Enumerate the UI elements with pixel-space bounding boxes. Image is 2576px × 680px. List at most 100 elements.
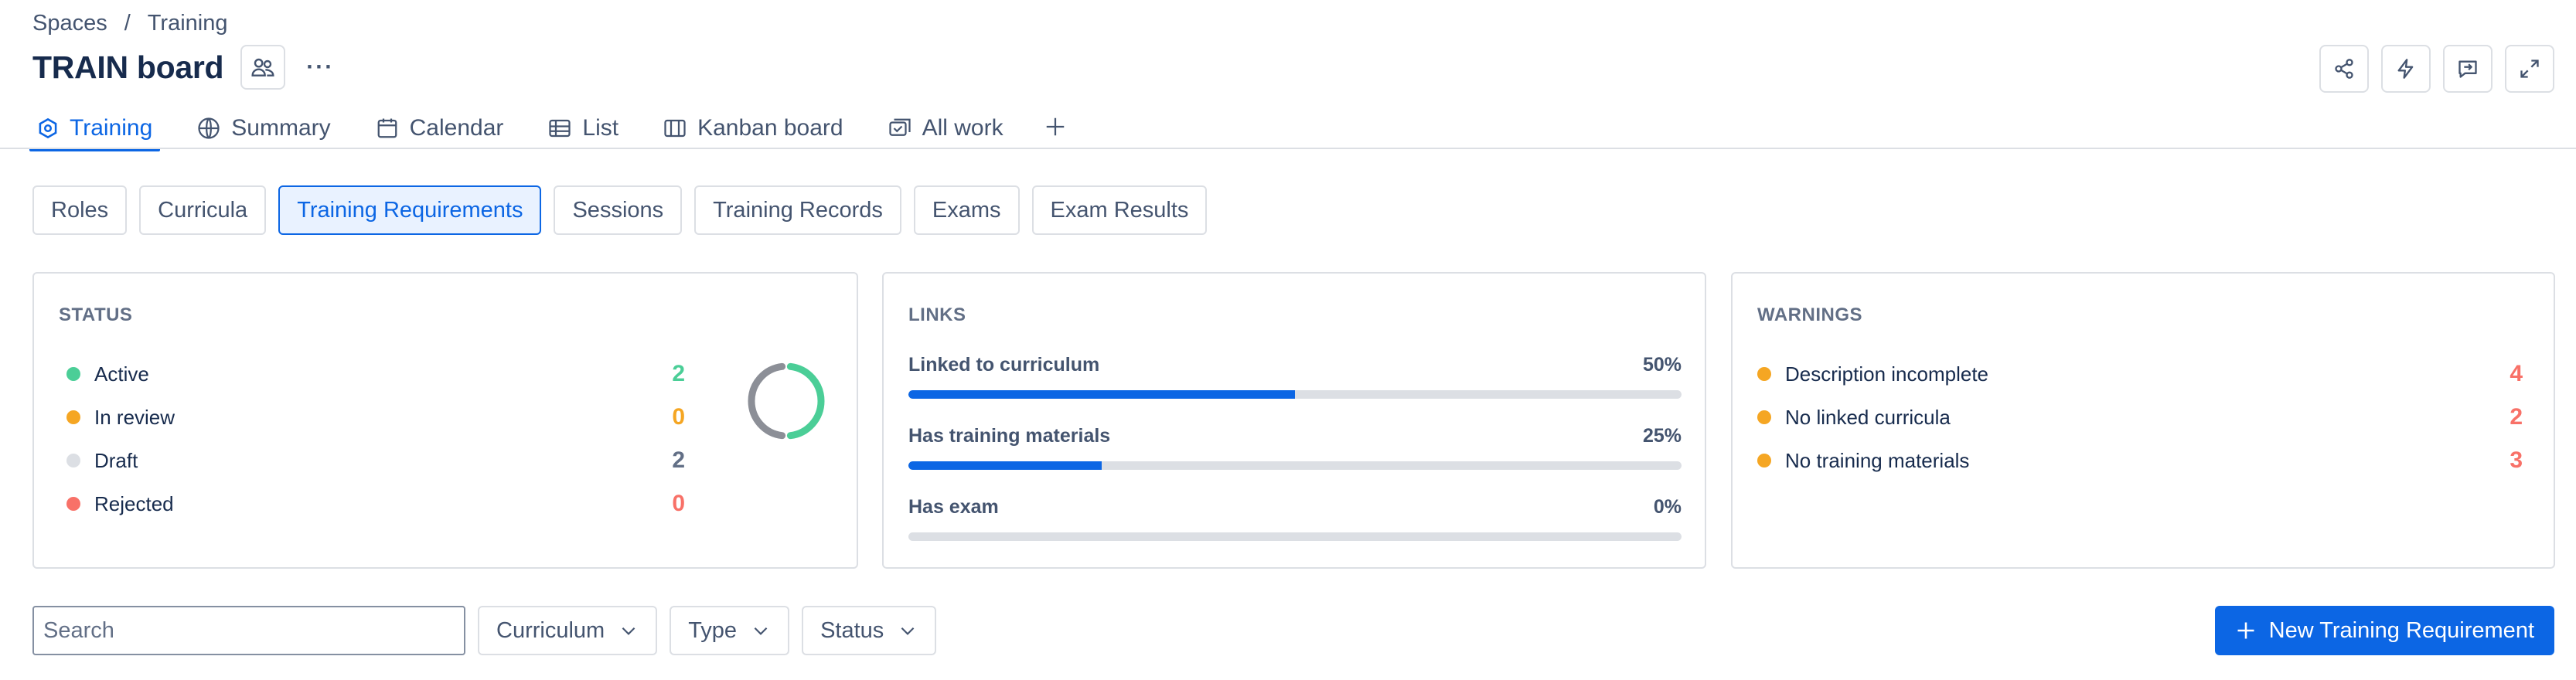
- subnav-curricula[interactable]: Curricula: [139, 185, 267, 235]
- progress-fill: [908, 461, 1102, 470]
- share-icon: [2335, 59, 2353, 79]
- status-count: 2: [672, 447, 685, 473]
- progress-bar: [908, 532, 1682, 541]
- share-button[interactable]: [2319, 45, 2369, 93]
- breadcrumb: Spaces / Training: [32, 11, 228, 36]
- more-options-button[interactable]: ···: [298, 45, 342, 90]
- dropdown-label: Status: [820, 617, 884, 643]
- tab-all-work[interactable]: All work: [884, 108, 1008, 148]
- status-count: 0: [672, 491, 685, 516]
- expand-icon: [2520, 60, 2539, 78]
- status-dot: [66, 454, 80, 468]
- list-table-icon: [549, 119, 571, 138]
- plus-icon: [1046, 117, 1064, 136]
- progress-bar: [908, 390, 1682, 399]
- people-button[interactable]: [240, 45, 286, 90]
- warning-label: No linked curricula: [1785, 405, 1951, 429]
- warning-row-description[interactable]: Description incomplete 4: [1757, 359, 2523, 389]
- feedback-button[interactable]: [2443, 45, 2493, 93]
- donut-segment-draft: [748, 362, 786, 440]
- training-hex-icon: [39, 117, 57, 139]
- tabs-divider: [0, 148, 2576, 149]
- warning-row-curricula[interactable]: No linked curricula 2: [1757, 402, 2523, 433]
- tab-calendar[interactable]: Calendar: [371, 108, 509, 148]
- subnav-training-requirements[interactable]: Training Requirements: [278, 185, 542, 235]
- header-actions: [2319, 45, 2554, 93]
- status-count: 0: [672, 404, 685, 430]
- new-training-requirement-button[interactable]: New Training Requirement: [2214, 606, 2554, 655]
- warnings-card: WARNINGS Description incomplete 4 No lin…: [1731, 272, 2555, 569]
- warning-count: 4: [2510, 361, 2523, 386]
- warning-row-materials[interactable]: No training materials 3: [1757, 445, 2523, 476]
- tab-summary[interactable]: Summary: [193, 108, 335, 148]
- training-subnav: Roles Curricula Training Requirements Se…: [32, 185, 1208, 235]
- link-percent: 50%: [1642, 354, 1682, 376]
- status-label: Active: [94, 362, 149, 386]
- board-icon: [664, 119, 686, 138]
- link-label: Has exam: [908, 496, 999, 518]
- status-count: 2: [672, 361, 685, 386]
- tab-label: Training: [70, 115, 153, 141]
- subnav-sessions[interactable]: Sessions: [554, 185, 683, 235]
- status-row-draft[interactable]: Draft 2: [66, 445, 685, 476]
- warnings-card-title: WARNINGS: [1757, 304, 1862, 325]
- add-tab-button[interactable]: [1044, 113, 1067, 144]
- link-item-curriculum: Linked to curriculum 50%: [908, 354, 1682, 399]
- breadcrumb-spaces[interactable]: Spaces: [32, 11, 107, 36]
- link-item-materials: Has training materials 25%: [908, 425, 1682, 470]
- links-card-title: LINKS: [908, 304, 966, 325]
- page-title: TRAIN board: [32, 49, 224, 85]
- tab-kanban-board[interactable]: Kanban board: [659, 108, 848, 148]
- curriculum-filter-dropdown[interactable]: Curriculum: [478, 606, 658, 655]
- link-percent: 0%: [1653, 496, 1682, 518]
- filter-bar: Curriculum Type Status: [32, 606, 937, 655]
- subnav-exams[interactable]: Exams: [913, 185, 1020, 235]
- chevron-down-icon: [754, 627, 768, 635]
- status-dot: [66, 410, 80, 424]
- all-work-icon: [888, 118, 911, 136]
- breadcrumb-training[interactable]: Training: [148, 11, 228, 36]
- status-donut-chart: [748, 362, 825, 440]
- fullscreen-button[interactable]: [2505, 45, 2554, 93]
- status-dot: [66, 497, 80, 511]
- breadcrumb-separator: /: [124, 11, 131, 36]
- tab-list[interactable]: List: [543, 108, 623, 148]
- globe-icon: [198, 117, 220, 139]
- status-label: Draft: [94, 448, 138, 472]
- status-label: In review: [94, 405, 175, 429]
- type-filter-dropdown[interactable]: Type: [670, 606, 790, 655]
- tab-label: List: [582, 115, 619, 141]
- subnav-roles[interactable]: Roles: [32, 185, 128, 235]
- warning-dot: [1757, 410, 1771, 424]
- subnav-exam-results[interactable]: Exam Results: [1031, 185, 1208, 235]
- tab-training[interactable]: Training: [29, 108, 161, 151]
- warning-count: 3: [2510, 447, 2523, 473]
- tab-label: All work: [922, 115, 1003, 141]
- warning-label: Description incomplete: [1785, 362, 1989, 386]
- progress-bar: [908, 461, 1682, 470]
- tab-label: Summary: [231, 115, 331, 141]
- feedback-icon: [2458, 60, 2477, 78]
- view-tabs: Training Summary Calendar List Kanban bo…: [29, 108, 1067, 151]
- link-percent: 25%: [1642, 425, 1682, 447]
- status-filter-dropdown[interactable]: Status: [802, 606, 937, 655]
- status-card: STATUS Active 2 In review 0 Draft 2 Reje…: [32, 272, 858, 569]
- subnav-training-records[interactable]: Training Records: [694, 185, 901, 235]
- automation-button[interactable]: [2381, 45, 2431, 93]
- status-row-in-review[interactable]: In review 0: [66, 402, 685, 433]
- calendar-icon: [377, 118, 397, 138]
- link-item-exam: Has exam 0%: [908, 496, 1682, 541]
- plus-icon: [2237, 622, 2254, 639]
- status-row-rejected[interactable]: Rejected 0: [66, 488, 685, 519]
- status-dot: [66, 367, 80, 381]
- warning-count: 2: [2510, 404, 2523, 430]
- search-input[interactable]: [32, 606, 465, 655]
- links-card: LINKS Linked to curriculum 50% Has train…: [882, 272, 1706, 569]
- status-label: Rejected: [94, 491, 174, 515]
- chevron-down-icon: [901, 627, 915, 635]
- tab-label: Kanban board: [697, 115, 843, 141]
- link-label: Has training materials: [908, 425, 1111, 447]
- status-row-active[interactable]: Active 2: [66, 359, 685, 389]
- dropdown-label: Curriculum: [496, 617, 605, 643]
- link-label: Linked to curriculum: [908, 354, 1100, 376]
